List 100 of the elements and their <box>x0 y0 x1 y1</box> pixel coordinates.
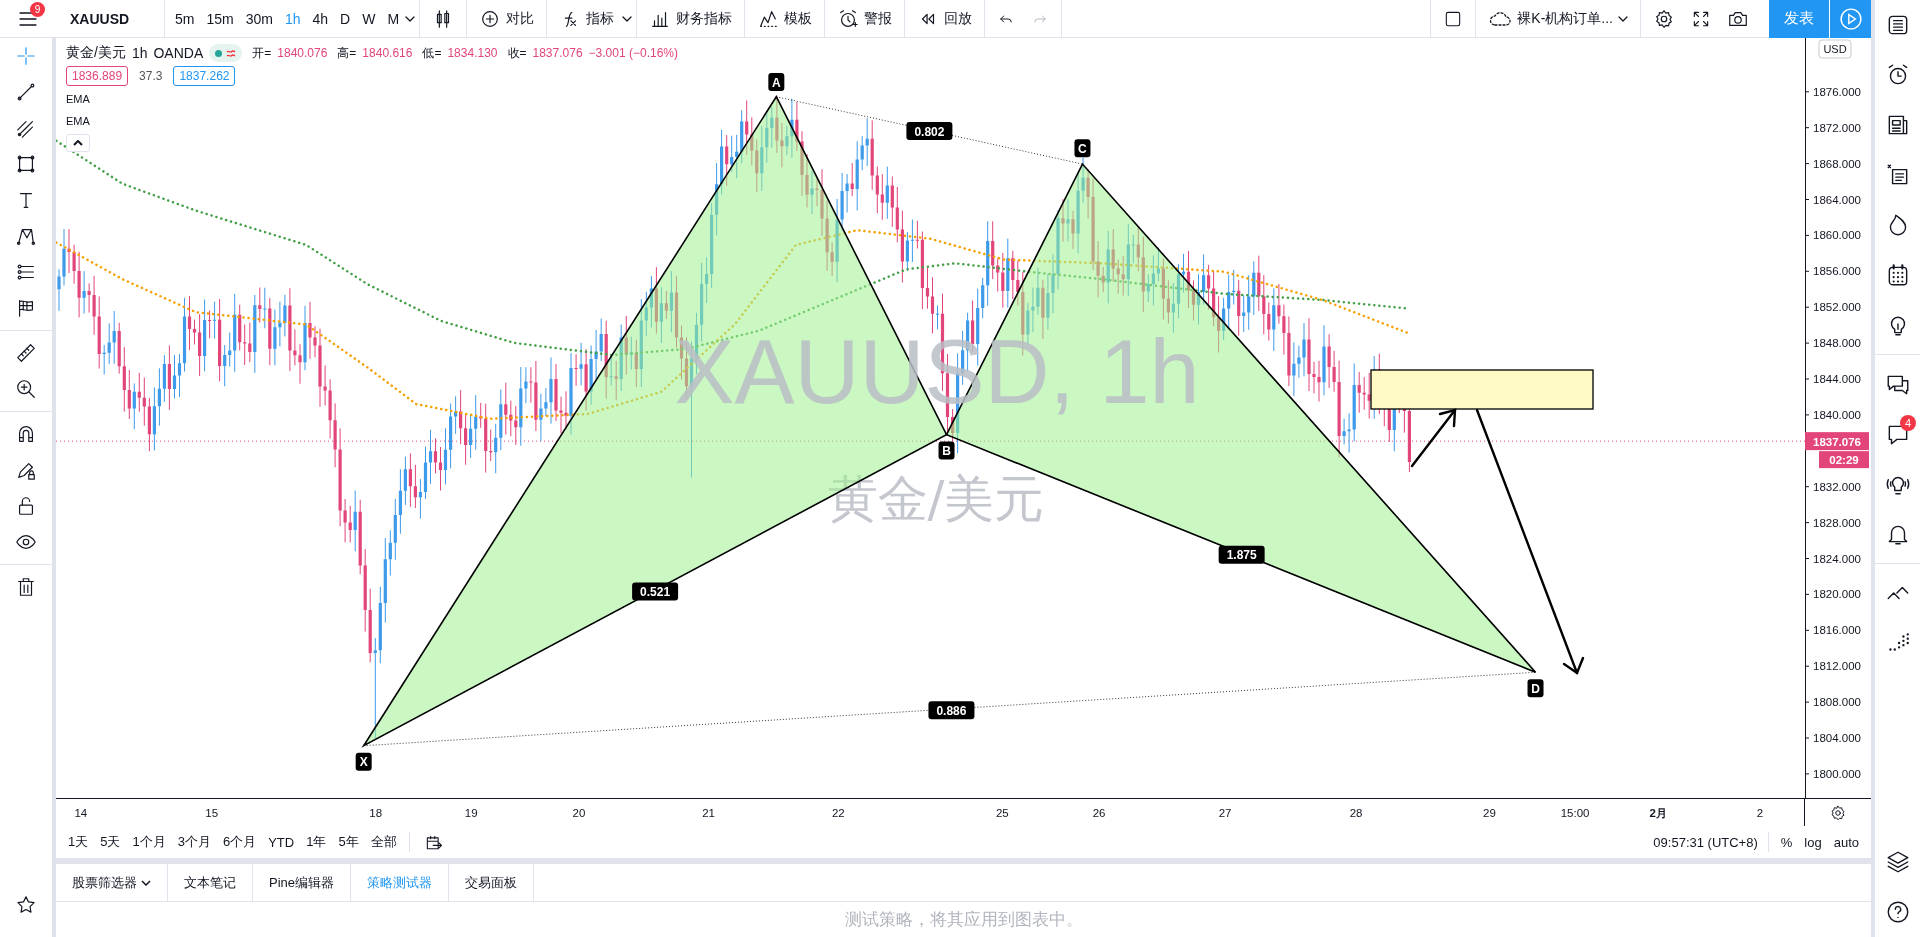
toolbar-button[interactable]: 对比 <box>471 0 543 37</box>
play-button[interactable] <box>1829 0 1871 38</box>
caret-icon <box>1618 15 1628 22</box>
interval-button[interactable]: 30m <box>239 0 279 37</box>
price-label: 1816.000 <box>1813 624 1861 637</box>
scale-option[interactable]: log <box>1798 826 1828 858</box>
caret-icon[interactable] <box>405 15 416 22</box>
price-label: 1872.000 <box>1813 121 1861 134</box>
toolbar-button[interactable]: 回放 <box>909 0 981 37</box>
indicator-label[interactable]: EMA <box>66 90 678 108</box>
scale-option[interactable]: % <box>1774 826 1799 858</box>
range-button[interactable]: 5年 <box>332 826 365 858</box>
price-label: 1832.000 <box>1813 480 1861 493</box>
range-button[interactable]: 3个月 <box>171 826 217 858</box>
time-label: 20 <box>572 807 586 819</box>
toolbar-button[interactable]: 指标 <box>551 0 623 37</box>
caret-icon[interactable] <box>622 15 633 22</box>
price-label: 1808.000 <box>1813 696 1861 709</box>
ohlc-label: 收= <box>507 44 527 62</box>
last-price-badge: 1837.076 <box>1805 432 1869 451</box>
pattern-point-label: A <box>768 73 785 92</box>
interval-button[interactable]: 5m <box>169 0 201 37</box>
range-button[interactable]: 6个月 <box>216 826 263 858</box>
range-button[interactable]: 1天 <box>62 826 95 858</box>
notification-badge: 9 <box>30 2 45 17</box>
ohlc-label: 低= <box>422 44 442 62</box>
symbol-name: 黄金/美元 <box>66 44 126 62</box>
toolbar-button[interactable]: 模板 <box>749 0 821 37</box>
layout-button[interactable]: 裸K-机构订单... <box>1480 0 1636 37</box>
trash-icon[interactable] <box>15 576 37 598</box>
ruler-icon[interactable] <box>15 342 37 364</box>
interval-button[interactable]: 4h <box>306 0 335 37</box>
time-label: 25 <box>995 807 1009 819</box>
pattern-point-label: D <box>1527 679 1544 698</box>
quote-value: 1836.889 <box>66 66 129 86</box>
price-label: 1876.000 <box>1813 85 1861 98</box>
symbol-search[interactable]: XAUUSD <box>56 10 160 27</box>
price-label: 1868.000 <box>1813 157 1861 170</box>
time-label: 2月 <box>1649 807 1667 819</box>
range-button[interactable]: 1个月 <box>126 826 172 858</box>
alarm-clock-icon <box>837 7 860 30</box>
time-label: 21 <box>702 807 715 819</box>
zoom-in-icon[interactable] <box>15 378 37 400</box>
ratio-label: 0.886 <box>928 701 975 720</box>
rectangle-icon[interactable] <box>15 153 37 175</box>
currency-badge[interactable]: USD <box>1818 39 1852 59</box>
price-label: 1840.000 <box>1813 408 1861 421</box>
time-label: 22 <box>831 807 845 819</box>
price-label: 1864.000 <box>1813 193 1861 206</box>
ohlc-value: 1837.076 <box>532 46 583 60</box>
pattern-point-label: B <box>938 441 955 460</box>
range-button[interactable]: 全部 <box>364 826 403 858</box>
range-button[interactable]: 1年 <box>300 826 333 858</box>
quote-value: 37.3 <box>138 68 164 85</box>
ohlc-value: 1840.616 <box>362 46 413 60</box>
approx-icon <box>226 49 237 57</box>
pattern-point-label: X <box>355 752 372 771</box>
scale-option[interactable]: auto <box>1827 826 1865 858</box>
toolbar-button[interactable]: 警报 <box>829 0 901 37</box>
interval-button[interactable]: W <box>356 0 382 37</box>
arrow[interactable] <box>1475 408 1585 675</box>
highlight-zone[interactable] <box>1370 369 1594 410</box>
exchange-label: OANDA <box>153 45 204 61</box>
price-label: 1848.000 <box>1813 337 1861 350</box>
star-icon[interactable] <box>15 894 37 916</box>
toolbar-button[interactable]: 财务指标 <box>641 0 741 37</box>
price-label: 1824.000 <box>1813 552 1861 565</box>
pattern-point-label: C <box>1074 139 1091 158</box>
arrow[interactable] <box>1410 408 1457 468</box>
interval-button[interactable]: D <box>334 0 357 37</box>
price-label: 1856.000 <box>1813 265 1861 278</box>
settings-icon[interactable] <box>1653 7 1675 30</box>
price-label: 1860.000 <box>1813 229 1861 242</box>
ohlc-value: 1834.130 <box>447 46 498 60</box>
interval-button[interactable]: 15m <box>200 0 240 37</box>
ratio-label: 1.875 <box>1218 545 1265 564</box>
time-label: 28 <box>1349 807 1363 819</box>
play-icon <box>1839 7 1862 30</box>
ratio-label: 0.521 <box>632 582 679 601</box>
interval-button[interactable]: M <box>381 0 406 37</box>
trend-line-icon[interactable] <box>15 81 37 103</box>
time-label: 2 <box>1756 807 1764 819</box>
price-label: 1804.000 <box>1813 732 1861 744</box>
time-label: 15:00 <box>1560 807 1590 819</box>
time-label: 19 <box>464 807 478 819</box>
ohlc-label: 高= <box>337 44 357 62</box>
price-label: 1844.000 <box>1813 373 1861 385</box>
countdown-badge: 02:29 <box>1819 451 1869 469</box>
time-label: 14 <box>74 807 88 819</box>
range-button[interactable]: YTD <box>262 826 301 858</box>
ratio-label: 0.802 <box>906 122 953 140</box>
market-status-pill[interactable] <box>209 44 243 62</box>
ohlc-value: 1840.076 <box>277 46 328 60</box>
range-button[interactable]: 5天 <box>94 826 127 858</box>
indicator-label[interactable]: EMA <box>66 112 678 130</box>
settings-icon[interactable] <box>1829 803 1847 822</box>
time-label: 26 <box>1092 807 1106 819</box>
price-label: 1820.000 <box>1813 588 1861 601</box>
collapse-button[interactable] <box>66 134 90 152</box>
clock[interactable]: 09:57:31 (UTC+8) <box>1653 834 1758 850</box>
